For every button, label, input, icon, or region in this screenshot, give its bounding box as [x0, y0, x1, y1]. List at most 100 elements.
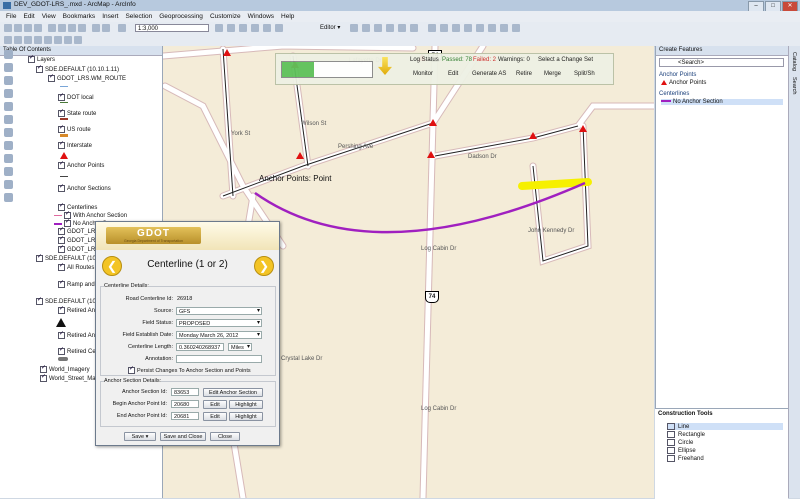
select-features-icon[interactable]: [4, 128, 13, 137]
paste-icon[interactable]: [68, 24, 76, 32]
toc-layer-row[interactable]: GDOT_LRS.WM_ROUTE: [48, 73, 126, 82]
edit-annotation-icon[interactable]: [362, 24, 370, 32]
feature-template-item[interactable]: Anchor Points: [661, 80, 706, 86]
create-features-icon[interactable]: [512, 24, 520, 32]
layer-visibility-checkbox[interactable]: [58, 124, 65, 133]
edit-tool-icon[interactable]: [350, 24, 358, 32]
layer-visibility-checkbox[interactable]: [58, 279, 65, 288]
layer-visibility-checkbox[interactable]: [64, 218, 71, 227]
search-tab[interactable]: Search: [791, 77, 797, 94]
viewer-icon[interactable]: [4, 193, 13, 202]
menu-insert[interactable]: Insert: [102, 11, 118, 22]
editor-menu[interactable]: Editor ▾: [320, 24, 340, 31]
find-icon[interactable]: [4, 76, 13, 85]
print-icon[interactable]: [34, 24, 42, 32]
save-button[interactable]: Save ▾: [124, 432, 156, 441]
layer-visibility-checkbox[interactable]: [36, 296, 43, 305]
layer-visibility-checkbox[interactable]: [40, 373, 47, 382]
hyperlink-icon[interactable]: [4, 102, 13, 111]
layer-visibility-checkbox[interactable]: [58, 330, 65, 339]
trace-icon[interactable]: [398, 24, 406, 32]
fixed-zoom-in-icon[interactable]: [44, 36, 52, 44]
close-button[interactable]: Close: [210, 432, 240, 441]
construction-tool-freehand[interactable]: Freehand: [667, 455, 704, 462]
save-and-close-button[interactable]: Save and Close: [160, 432, 206, 441]
menu-windows[interactable]: Windows: [248, 11, 274, 22]
toc-layer-row[interactable]: Anchor Points: [58, 160, 104, 169]
source-select[interactable]: GFS: [176, 307, 262, 315]
toc-layer-row[interactable]: World_Street_Map: [40, 373, 99, 382]
layer-visibility-checkbox[interactable]: [58, 108, 65, 117]
add-data-icon[interactable]: [118, 24, 126, 32]
rotate-icon[interactable]: [476, 24, 484, 32]
edit-anchor-section-button[interactable]: Edit Anchor Section: [203, 388, 263, 397]
editor-toolbar-icon[interactable]: [215, 24, 223, 32]
split-icon[interactable]: [464, 24, 472, 32]
layer-visibility-checkbox[interactable]: [58, 235, 65, 244]
layer-visibility-checkbox[interactable]: [58, 140, 65, 149]
swipe-icon[interactable]: [4, 180, 13, 189]
python-icon[interactable]: [275, 24, 283, 32]
construction-tool-circle[interactable]: Circle: [667, 439, 693, 446]
table-of-contents-icon[interactable]: [227, 24, 235, 32]
annotation-field[interactable]: [176, 355, 262, 363]
catalog-icon[interactable]: [239, 24, 247, 32]
redo-icon[interactable]: [102, 24, 110, 32]
layer-visibility-checkbox[interactable]: [36, 253, 43, 262]
identify-icon[interactable]: [4, 63, 13, 72]
centerline-length-field[interactable]: 0.360240268937: [176, 343, 224, 351]
layer-visibility-checkbox[interactable]: [40, 364, 47, 373]
layer-visibility-checkbox[interactable]: [58, 92, 65, 101]
toc-layer-row[interactable]: DOT local: [58, 92, 94, 101]
highlight-end-point-button[interactable]: Highlight: [229, 412, 263, 421]
layer-visibility-checkbox[interactable]: [28, 54, 35, 63]
new-icon[interactable]: [4, 24, 12, 32]
end-point-arc-icon[interactable]: [386, 24, 394, 32]
measure-icon[interactable]: [4, 89, 13, 98]
html-popup-icon[interactable]: [4, 115, 13, 124]
retire-button[interactable]: Retire: [516, 71, 532, 77]
toc-layer-row[interactable]: All Routes: [58, 262, 94, 271]
edit-end-point-button[interactable]: Edit: [203, 412, 227, 421]
zoom-out-icon[interactable]: [14, 36, 22, 44]
construction-tool-line[interactable]: Line: [667, 423, 783, 431]
edit-button[interactable]: Edit: [448, 71, 458, 77]
open-icon[interactable]: [14, 24, 22, 32]
cut-polygons-icon[interactable]: [452, 24, 460, 32]
toc-layer-row[interactable]: US route: [58, 124, 91, 133]
length-unit-select[interactable]: Miles: [228, 343, 252, 351]
highlight-begin-point-button[interactable]: Highlight: [229, 400, 263, 409]
reshape-icon[interactable]: [440, 24, 448, 32]
construction-tool-ellipse[interactable]: Ellipse: [667, 447, 696, 454]
clear-selection-icon[interactable]: [4, 141, 13, 150]
feature-template-sel[interactable]: No Anchor Section: [661, 99, 783, 105]
features-search-input[interactable]: <Search>: [659, 58, 784, 67]
fixed-zoom-out-icon[interactable]: [54, 36, 62, 44]
time-slider-icon[interactable]: [4, 167, 13, 176]
layer-visibility-checkbox[interactable]: [58, 346, 65, 355]
arctoolbox-icon[interactable]: [263, 24, 271, 32]
delete-icon[interactable]: [78, 24, 86, 32]
toc-layer-row[interactable]: With Anchor Section: [64, 210, 127, 219]
select-elements-icon[interactable]: [4, 50, 13, 59]
back-extent-icon[interactable]: [64, 36, 72, 44]
forward-extent-icon[interactable]: [74, 36, 82, 44]
menu-edit[interactable]: Edit: [23, 11, 34, 22]
toc-layer-row[interactable]: Centerlines: [58, 202, 97, 211]
persist-changes-checkbox[interactable]: Persist Changes To Anchor Section and Po…: [128, 365, 251, 374]
construction-tool-rectangle[interactable]: Rectangle: [667, 431, 705, 438]
toc-layer-row[interactable]: World_Imagery: [40, 364, 90, 373]
cut-icon[interactable]: [48, 24, 56, 32]
point-icon[interactable]: [410, 24, 418, 32]
toc-layer-row[interactable]: State route: [58, 108, 96, 117]
layer-visibility-checkbox[interactable]: [58, 202, 65, 211]
menu-bookmarks[interactable]: Bookmarks: [63, 11, 96, 22]
layer-visibility-checkbox[interactable]: [58, 305, 65, 314]
full-extent-icon[interactable]: [34, 36, 42, 44]
layer-visibility-checkbox[interactable]: [58, 262, 65, 271]
menu-selection[interactable]: Selection: [125, 11, 152, 22]
go-to-xy-icon[interactable]: [4, 154, 13, 163]
straight-segment-icon[interactable]: [374, 24, 382, 32]
layer-visibility-checkbox[interactable]: [48, 73, 55, 82]
edit-begin-point-button[interactable]: Edit: [203, 400, 227, 409]
